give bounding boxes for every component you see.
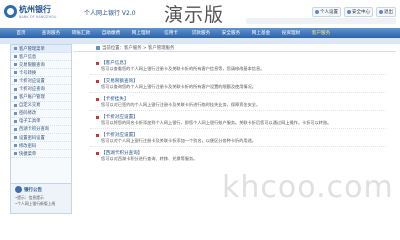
- header-links: 个人设置 安全中心 退出: [312, 7, 396, 17]
- sidebar-item-customer-info[interactable]: 客户信息: [11, 53, 71, 62]
- nav-wealth[interactable]: 网上理财: [126, 30, 156, 36]
- nav-home[interactable]: 首页: [6, 30, 36, 36]
- sidebar-item-e-tool[interactable]: 电子工具单: [11, 118, 71, 126]
- bullet-icon: [96, 97, 99, 101]
- bullet-icon: [96, 115, 99, 119]
- bullet-icon: [14, 136, 17, 140]
- bullet-icon: [14, 71, 17, 75]
- bullet-icon: [14, 95, 17, 99]
- nav-investment[interactable]: 投资理财: [276, 30, 306, 36]
- sidebar-item-card-mapping-query[interactable]: 卡折对应查询: [11, 85, 71, 94]
- bank-name: 杭州银行: [19, 5, 51, 14]
- sidebar-item-menu[interactable]: 客户管理菜单: [11, 45, 71, 54]
- sidebar-item-password-change[interactable]: 密码修改: [11, 110, 71, 118]
- logout-icon: [379, 10, 383, 14]
- divider: [90, 146, 386, 147]
- bullet-icon: [96, 79, 99, 83]
- breadcrumb-text: 当前位置：客户服务 > 客户管理服务: [102, 45, 175, 51]
- function-description: 您可以对个人网上银行注册卡及关联卡折添加一个别名，以便区分各种卡折的用途。: [101, 138, 256, 143]
- security-center-link[interactable]: 安全中心: [344, 7, 373, 17]
- bullet-icon: [14, 111, 17, 115]
- bullet-icon: [14, 55, 17, 59]
- nav-credit-card[interactable]: 信用卡: [156, 30, 186, 36]
- function-item: 【西湖卡积分查询】 您可以对西湖卡积分进行查询、转移、兑换等服务。: [96, 150, 386, 162]
- nav-customer-service[interactable]: 客户服务: [306, 30, 336, 36]
- sidebar-item-custom-trade[interactable]: 自定义交易: [11, 102, 71, 110]
- divider: [90, 128, 386, 129]
- demo-version-label: 演示版: [164, 4, 225, 26]
- sidebar-item-card-mapping-set[interactable]: 卡折对应设置: [11, 77, 71, 86]
- announcement-icon: [15, 186, 22, 193]
- bullet-icon: [14, 103, 17, 107]
- sidebar-item-pin-setting[interactable]: 设置密码设置: [11, 134, 71, 143]
- nav-fund[interactable]: 网上基金: [246, 30, 276, 36]
- function-description: 您可以将您的同名卡折添加到个人网上银行，即您个人网上银行账户服务。关联卡折后您可…: [101, 120, 332, 125]
- function-item: 【卡折挂失】 您可以对已签约的个人网上银行注册卡及关联卡折进行临时挂失业务，保障…: [90, 96, 386, 111]
- settings-icon: [315, 10, 319, 14]
- function-item: 【卡折对应设置】 您可以将您的同名卡折添加到个人网上银行，即您个人网上银行账户服…: [90, 114, 386, 129]
- function-item: 【卡折对应设置】 您可以对个人网上银行注册卡及关联卡折添加一个别名，以便区分各种…: [90, 132, 386, 147]
- bullet-icon: [96, 151, 99, 155]
- main-nav: 首页 查询服务 转账汇款 自助缴费 网上理财 信用卡 贷款服务 安全服务 网上基…: [0, 28, 400, 38]
- nav-transfer[interactable]: 转账汇款: [66, 30, 96, 36]
- function-description: 您可以查询您的个人网上银行注册卡及关联卡折的所有客户设置的限额及使用情况。: [101, 84, 256, 89]
- watermark: khcoo.com: [222, 170, 394, 205]
- bullet-icon: [14, 87, 17, 91]
- nav-query[interactable]: 查询服务: [36, 30, 66, 36]
- divider: [90, 74, 386, 75]
- user-info-strip: [246, 18, 396, 24]
- nav-payment[interactable]: 自助缴费: [96, 30, 126, 36]
- bullet-icon: [14, 119, 17, 123]
- bank-notice-panel: 银行公告 •提示：信息提示 •个人网上银行新版上线: [11, 183, 71, 213]
- portal-title: 个人网上银行 V2.0: [84, 10, 136, 17]
- nav-security[interactable]: 安全服务: [216, 30, 246, 36]
- sidebar-item-card-convert[interactable]: 卡号转换: [11, 69, 71, 78]
- divider: [90, 110, 386, 111]
- nav-loan[interactable]: 贷款服务: [186, 30, 216, 36]
- bullet-icon: [14, 47, 17, 51]
- function-description: 您可以对西湖卡积分进行查询、转移、兑换等服务。: [101, 156, 198, 161]
- sidebar: 客户管理菜单 客户信息 交易限额查询 卡号转换 卡折对应设置 卡折对应查询 客户…: [10, 44, 72, 214]
- sidebar-item-limit-query[interactable]: 交易限额查询: [11, 61, 71, 70]
- function-description: 您可以对已签约的个人网上银行注册卡及关联卡折进行临时挂失业务，保障资金安全。: [101, 102, 261, 107]
- function-item: 【客户信息】 您可以查看您的个人网上银行注册卡及关联卡折的所有客户信息等，您请修…: [90, 60, 386, 75]
- shield-icon: [347, 10, 351, 14]
- divider: [90, 92, 386, 93]
- bullet-icon: [96, 133, 99, 137]
- bank-english-name: BANK OF HANGZHOU: [19, 15, 57, 19]
- notice-header: 银行公告: [11, 184, 71, 195]
- function-list: 【客户信息】 您可以查看您的个人网上银行注册卡及关联卡折的所有客户信息等，您请修…: [90, 60, 386, 168]
- breadcrumb: 当前位置：客户服务 > 客户管理服务: [74, 44, 396, 52]
- personal-settings-link[interactable]: 个人设置: [312, 7, 341, 17]
- bank-logo-icon: [4, 5, 17, 18]
- bullet-icon: [14, 79, 17, 83]
- location-icon: [96, 45, 100, 50]
- sidebar-item-account-manage[interactable]: 客户账户管理: [11, 94, 71, 102]
- function-item: 【交易限额查询】 您可以查询您的个人网上银行注册卡及关联卡折的所有客户设置的限额…: [90, 78, 386, 93]
- sidebar-item-points-query[interactable]: 西湖卡积分查询: [11, 126, 71, 135]
- bullet-icon: [96, 61, 99, 65]
- page-header: 杭州银行 BANK OF HANGZHOU 个人网上银行 V2.0 演示版 个人…: [0, 0, 400, 28]
- bullet-icon: [14, 144, 17, 148]
- logout-link[interactable]: 退出: [376, 7, 396, 17]
- bullet-icon: [14, 152, 17, 156]
- bullet-icon: [14, 63, 17, 67]
- notice-item[interactable]: •个人网上银行新版上线: [11, 201, 71, 207]
- bullet-icon: [14, 127, 17, 131]
- sidebar-item-modify-password[interactable]: 修改密码: [11, 142, 71, 151]
- sidebar-item-shortcut-menu[interactable]: 快捷菜单: [11, 150, 71, 159]
- function-description: 您可以查看您的个人网上银行注册卡及关联卡折的所有客户信息等，您请修改基本信息。: [101, 66, 265, 71]
